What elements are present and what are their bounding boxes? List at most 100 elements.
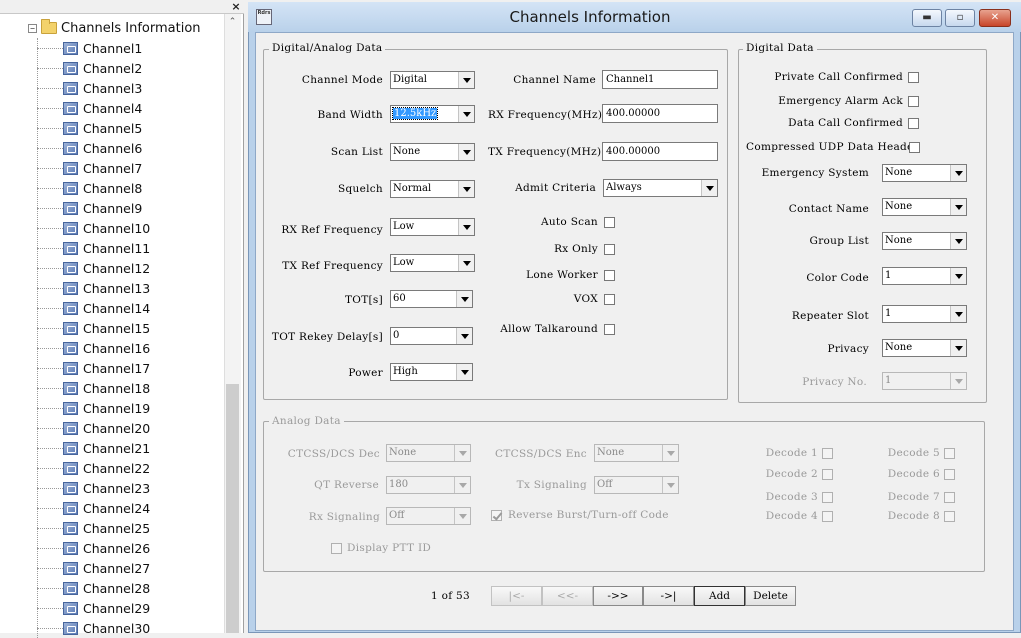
- chevron-down-icon[interactable]: [458, 219, 474, 235]
- chevron-down-icon[interactable]: [458, 72, 474, 88]
- contact-name-select[interactable]: None: [882, 198, 967, 216]
- tree-item-channel[interactable]: Channel4: [37, 98, 142, 118]
- color-code-select[interactable]: 1: [882, 267, 967, 285]
- tree-item-channel[interactable]: Channel30: [37, 618, 150, 638]
- tree-item-channel[interactable]: Channel5: [37, 118, 142, 138]
- privacy-no-value: 1: [885, 375, 892, 386]
- chevron-down-icon[interactable]: [456, 291, 472, 307]
- chevron-down-icon[interactable]: [950, 306, 966, 322]
- tree-item-channel[interactable]: Channel14: [37, 298, 150, 318]
- privacy-no-label: Privacy No.: [802, 376, 867, 388]
- chevron-down-icon[interactable]: [458, 144, 474, 160]
- ctcss-enc-value: None: [597, 447, 625, 458]
- tree-item-channel[interactable]: Channel13: [37, 278, 150, 298]
- chevron-down-icon[interactable]: [950, 165, 966, 181]
- tree-item-channel[interactable]: Channel20: [37, 418, 150, 438]
- chevron-down-icon[interactable]: [456, 328, 472, 344]
- squelch-select[interactable]: Normal: [390, 180, 475, 198]
- channel-name-input[interactable]: Channel1: [602, 70, 718, 89]
- rx-frequency-input[interactable]: 400.00000: [602, 104, 718, 123]
- channel-mode-select[interactable]: Digital: [390, 71, 475, 89]
- tree-item-channel[interactable]: Channel11: [37, 238, 150, 258]
- tree-item-channel[interactable]: Channel16: [37, 338, 150, 358]
- tree-item-channel[interactable]: Channel17: [37, 358, 150, 378]
- chevron-down-icon[interactable]: [458, 255, 474, 271]
- ctcss-enc-select: None: [594, 444, 679, 462]
- tree-item-channel[interactable]: Channel27: [37, 558, 150, 578]
- tot-select[interactable]: 60: [390, 290, 473, 308]
- tree-item-channel[interactable]: Channel23: [37, 478, 150, 498]
- tree-item-channel[interactable]: Channel25: [37, 518, 150, 538]
- tree-item-channel[interactable]: Channel1: [37, 38, 142, 58]
- channel-icon: [63, 441, 78, 455]
- chevron-down-icon[interactable]: [950, 199, 966, 215]
- tree-item-channel[interactable]: Channel7: [37, 158, 142, 178]
- tot-rekey-delay-select[interactable]: 0: [390, 327, 473, 345]
- scan-list-select[interactable]: None: [390, 143, 475, 161]
- allow-talkaround-checkbox[interactable]: [604, 324, 615, 335]
- close-button[interactable]: ✕: [979, 9, 1011, 27]
- last-page-button[interactable]: ->|: [643, 586, 694, 606]
- tree-item-channel[interactable]: Channel26: [37, 538, 150, 558]
- tx-ref-frequency-select[interactable]: Low: [390, 254, 475, 272]
- data-call-confirmed-checkbox[interactable]: [908, 118, 919, 129]
- admit-criteria-select[interactable]: Always: [603, 179, 718, 197]
- chevron-down-icon[interactable]: [456, 364, 472, 380]
- tree-root-item[interactable]: − Channels Information: [28, 18, 201, 38]
- vox-checkbox[interactable]: [604, 294, 615, 305]
- chevron-down-icon[interactable]: [950, 268, 966, 284]
- chevron-down-icon[interactable]: [950, 233, 966, 249]
- rx-ref-frequency-select[interactable]: Low: [390, 218, 475, 236]
- tree-item-label: Channel23: [83, 480, 151, 496]
- emergency-alarm-ack-checkbox[interactable]: [908, 96, 919, 107]
- tree-scrollbar-thumb[interactable]: [226, 384, 239, 633]
- minimize-button[interactable]: ▬: [912, 9, 942, 27]
- auto-scan-checkbox[interactable]: [604, 217, 615, 228]
- tree-connector: [37, 167, 63, 169]
- tree-close-icon[interactable]: ×: [229, 0, 243, 14]
- first-page-button[interactable]: |<-: [491, 586, 542, 606]
- tree-item-channel[interactable]: Channel19: [37, 398, 150, 418]
- contact-name-value: None: [885, 201, 913, 212]
- channel-icon: [63, 561, 78, 575]
- add-button[interactable]: Add: [694, 586, 745, 606]
- power-select[interactable]: High: [390, 363, 473, 381]
- maximize-button[interactable]: ▫: [945, 9, 975, 27]
- tree-item-channel[interactable]: Channel22: [37, 458, 150, 478]
- compressed-udp-checkbox[interactable]: [909, 142, 920, 153]
- lone-worker-checkbox[interactable]: [604, 270, 615, 281]
- analog-group-title: Analog Data: [269, 415, 344, 427]
- tree-item-channel[interactable]: Channel6: [37, 138, 142, 158]
- tree-item-channel[interactable]: Channel9: [37, 198, 142, 218]
- tx-frequency-input[interactable]: 400.00000: [602, 142, 718, 161]
- tree-item-channel[interactable]: Channel15: [37, 318, 150, 338]
- band-width-select[interactable]: 12.5kHz: [390, 105, 475, 123]
- chevron-down-icon[interactable]: [701, 180, 717, 196]
- chevron-down-icon[interactable]: [458, 181, 474, 197]
- rx-only-checkbox[interactable]: [604, 244, 615, 255]
- tree-item-channel[interactable]: Channel24: [37, 498, 150, 518]
- admit-criteria-label: Admit Criteria: [515, 182, 596, 194]
- repeater-slot-select[interactable]: 1: [882, 305, 967, 323]
- tree-item-channel[interactable]: Channel3: [37, 78, 142, 98]
- tree-item-channel[interactable]: Channel29: [37, 598, 150, 618]
- tree-item-channel[interactable]: Channel10: [37, 218, 150, 238]
- tree-item-channel[interactable]: Channel2: [37, 58, 142, 78]
- tree-item-channel[interactable]: Channel12: [37, 258, 150, 278]
- delete-button[interactable]: Delete: [745, 586, 796, 606]
- tree-item-channel[interactable]: Channel21: [37, 438, 150, 458]
- chevron-down-icon[interactable]: [950, 340, 966, 356]
- private-call-confirmed-checkbox[interactable]: [908, 72, 919, 83]
- previous-page-button[interactable]: <<-: [542, 586, 593, 606]
- scroll-up-icon[interactable]: ⌃: [224, 14, 241, 31]
- tree-item-channel[interactable]: Channel8: [37, 178, 142, 198]
- channel-icon: [63, 261, 78, 275]
- next-page-button[interactable]: ->>: [593, 586, 643, 606]
- emergency-system-select[interactable]: None: [882, 164, 967, 182]
- group-list-select[interactable]: None: [882, 232, 967, 250]
- tree-item-channel[interactable]: Channel18: [37, 378, 150, 398]
- tree-item-channel[interactable]: Channel28: [37, 578, 150, 598]
- collapse-icon[interactable]: −: [28, 23, 37, 33]
- privacy-select[interactable]: None: [882, 339, 967, 357]
- chevron-down-icon[interactable]: [458, 106, 474, 122]
